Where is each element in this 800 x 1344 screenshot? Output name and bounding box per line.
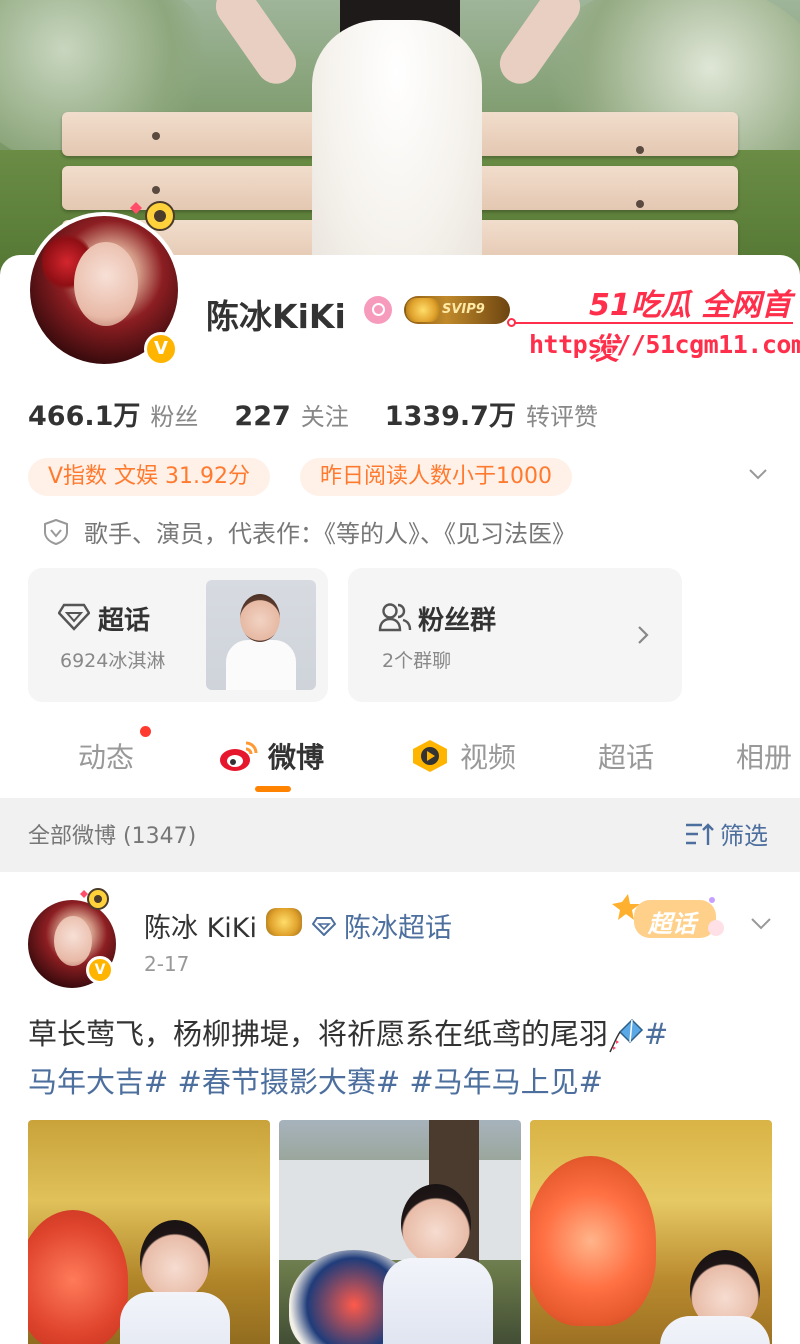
- profile-intro: 歌手、演员，代表作：《等的人》、《见习法医》: [42, 514, 576, 549]
- svip-badge[interactable]: SVIP9: [404, 296, 510, 324]
- chevron-down-icon[interactable]: [748, 464, 768, 484]
- post-photo-2[interactable]: [279, 1120, 521, 1344]
- chaohua-thumbnail: [206, 580, 316, 690]
- post-more-chevron-icon[interactable]: [750, 912, 772, 934]
- tab-weibo-label: 微博: [268, 741, 325, 774]
- followers-count[interactable]: 466.1万: [28, 394, 140, 433]
- verified-v-icon: V: [144, 332, 178, 366]
- video-icon: [413, 740, 447, 772]
- hashtags-line[interactable]: 马年大吉# #春节摄影大赛# #马年马上见#: [28, 1065, 603, 1099]
- group-icon: [378, 603, 412, 632]
- profile-name: 陈冰KiKi: [206, 297, 346, 336]
- post-text: 草长莺飞，杨柳拂堤，将祈愿系在纸鸢的尾羽 # 马年大吉# #春节摄影大赛# #马…: [28, 1010, 778, 1106]
- post-date: 2-17: [144, 952, 190, 976]
- following-label[interactable]: 关注: [301, 397, 349, 432]
- filter-label: 筛选: [720, 822, 768, 850]
- chaohua-title: 超话: [98, 606, 151, 636]
- profile-stats: 466.1万 粉丝 227 关注 1339.7万 转评赞: [28, 394, 634, 433]
- watermark-overlay: 51吃瓜 全网首发 https://51cgm11.com: [505, 272, 800, 382]
- post-author-name[interactable]: 陈冰 KiKi: [144, 906, 257, 945]
- tab-chaohua[interactable]: 超话: [598, 736, 654, 776]
- reads-tag[interactable]: 昨日阅读人数小于1000: [300, 458, 572, 496]
- chaohua-sticker[interactable]: 超话: [612, 892, 730, 948]
- tab-video-label: 视频: [460, 741, 517, 774]
- reposts-count: 1339.7万: [384, 401, 516, 432]
- v-index-tag[interactable]: V指数 文娱 31.92分: [28, 458, 271, 496]
- search-badge-icon[interactable]: [364, 296, 392, 324]
- post-topic-link[interactable]: 陈冰超话: [312, 906, 452, 945]
- filter-button[interactable]: 筛选: [684, 816, 768, 851]
- post-crown-icon: [266, 908, 302, 936]
- post-topic-label: 陈冰超话: [344, 913, 452, 944]
- avatar-pendant-icon: [130, 201, 175, 231]
- kite-emoji-icon: [609, 1018, 644, 1053]
- tab-album[interactable]: 相册: [736, 736, 792, 776]
- fan-group-sub: 2个群聊: [382, 650, 452, 672]
- tab-dynamic[interactable]: 动态: [78, 736, 134, 776]
- followers-label[interactable]: 粉丝: [150, 397, 198, 432]
- unread-dot: [140, 726, 151, 737]
- filter-bar: 全部微博 (1347) 筛选: [0, 798, 800, 872]
- filter-icon: [686, 822, 714, 845]
- post-verified-v-icon: V: [86, 956, 114, 984]
- post-photo-3[interactable]: [530, 1120, 772, 1344]
- hashtag-start[interactable]: #: [644, 1017, 668, 1051]
- crown-icon: [406, 298, 440, 322]
- diamond-icon: [58, 603, 90, 631]
- tab-video[interactable]: 视频: [410, 736, 516, 776]
- chaohua-sticker-label: 超话: [648, 910, 696, 938]
- post-body: 草长莺飞，杨柳拂堤，将祈愿系在纸鸢的尾羽: [28, 1017, 609, 1051]
- chaohua-sub: 6924冰淇淋: [60, 650, 166, 672]
- active-tab-indicator: [255, 786, 291, 792]
- weibo-logo-icon: [220, 741, 258, 771]
- post-avatar-pendant-icon: [80, 888, 109, 910]
- watermark-url: https://51cgm11.com: [529, 330, 800, 359]
- diamond-icon: [312, 916, 336, 936]
- post-count: 全部微博 (1347): [28, 824, 197, 849]
- fan-group-title: 粉丝群: [418, 606, 497, 636]
- reposts-label: 转评赞: [525, 403, 598, 431]
- following-count[interactable]: 227: [234, 401, 290, 432]
- post-photo-1[interactable]: [28, 1120, 270, 1344]
- intro-text: 歌手、演员，代表作：《等的人》、《见习法医》: [84, 520, 576, 548]
- profile-avatar[interactable]: V: [26, 201, 182, 368]
- shield-icon: [44, 518, 68, 545]
- chevron-right-icon: [638, 626, 649, 644]
- svip-label: SVIP9: [442, 302, 485, 317]
- fan-group-box[interactable]: [348, 568, 682, 702]
- tab-weibo[interactable]: 微博: [218, 736, 324, 776]
